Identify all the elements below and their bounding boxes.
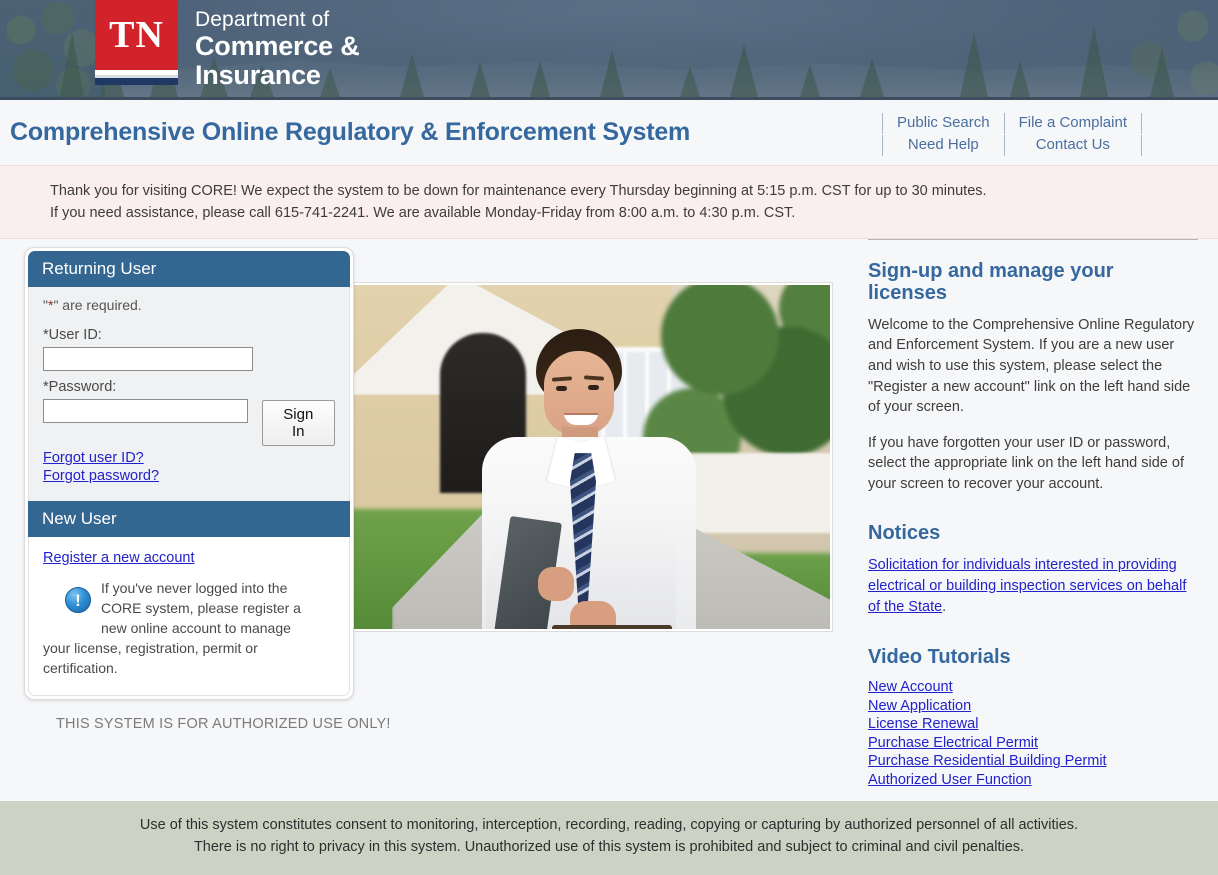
info-text-line-5: certification.	[43, 659, 118, 676]
hero-person	[466, 329, 726, 630]
nav-link-public-search[interactable]: Public Search	[885, 112, 1002, 134]
person-eye-right	[588, 385, 599, 391]
top-navigation: Public Search File a Complaint Need Help…	[880, 112, 1192, 156]
info-sidebar: Sign-up and manage your licenses Welcome…	[868, 239, 1198, 790]
required-fields-note: "*" are required.	[43, 297, 335, 313]
info-text-line-1: If you've never logged into the	[101, 580, 288, 597]
video-link-new-application[interactable]: New Application	[868, 697, 1198, 716]
new-user-body: Register a new account ! If you've never…	[28, 537, 350, 696]
forgot-user-id-link[interactable]: Forgot user ID?	[43, 450, 335, 468]
nav-link-file-a-complaint[interactable]: File a Complaint	[1007, 112, 1139, 134]
nav-divider-4	[882, 134, 884, 156]
person-eye-left	[556, 386, 567, 392]
password-row: Sign In	[43, 399, 335, 447]
video-tutorial-links: New Account New Application License Rene…	[868, 678, 1198, 789]
returning-user-body: "*" are required. *User ID: *Password: S…	[28, 287, 350, 502]
legal-footer: Use of this system constitutes consent t…	[0, 801, 1218, 875]
site-banner: TN Department of Commerce & Insurance	[0, 0, 1218, 100]
main-content: Returning User "*" are required. *User I…	[0, 239, 1218, 802]
info-text-line-2: CORE system, please register a	[101, 600, 301, 617]
forgot-password-link[interactable]: Forgot password?	[43, 468, 335, 486]
signup-paragraph-2: If you have forgotten your user ID or pa…	[868, 434, 1184, 492]
sign-in-button[interactable]: Sign In	[261, 400, 335, 447]
notice-period: .	[942, 598, 947, 615]
notice-item: Solicitation for individuals interested …	[868, 555, 1198, 618]
video-link-purchase-residential-building-permit[interactable]: Purchase Residential Building Permit	[868, 752, 1198, 771]
register-new-account-link[interactable]: Register a new account	[43, 550, 195, 566]
nav-divider-3	[1141, 112, 1142, 134]
nav-link-need-help[interactable]: Need Help	[885, 134, 1002, 156]
person-hand-upper	[538, 567, 574, 602]
department-line-1: Department of	[195, 8, 330, 31]
info-exclamation-icon: !	[65, 587, 91, 614]
alert-line-2: If you need assistance, please call 615-…	[50, 205, 796, 222]
forgot-links: Forgot user ID? Forgot password?	[43, 450, 335, 485]
title-bar: Comprehensive Online Regulatory & Enforc…	[0, 100, 1218, 165]
authorized-use-notice: THIS SYSTEM IS FOR AUTHORIZED USE ONLY!	[56, 716, 391, 733]
password-label: *Password:	[43, 379, 117, 396]
video-tutorials-heading: Video Tutorials	[868, 645, 1011, 668]
department-line-3: Insurance	[195, 59, 321, 90]
nav-divider-2	[1003, 112, 1005, 134]
sidebar-top-divider	[868, 239, 1198, 241]
agency-logo[interactable]: TN Department of Commerce & Insurance	[95, 0, 360, 90]
notices-heading: Notices	[868, 522, 941, 545]
video-link-authorized-user-function[interactable]: Authorized User Function	[868, 771, 1198, 790]
password-input[interactable]	[43, 399, 248, 424]
nav-divider-1	[882, 112, 884, 134]
login-panel: Returning User "*" are required. *User I…	[24, 247, 354, 700]
user-id-input[interactable]	[43, 347, 253, 372]
notice-solicitation-link[interactable]: Solicitation for individuals interested …	[868, 557, 1186, 615]
hero-photo	[350, 283, 832, 632]
new-user-header: New User	[28, 501, 350, 538]
nav-link-contact-us[interactable]: Contact Us	[1007, 134, 1139, 156]
person-belt	[552, 625, 672, 630]
department-name: Department of Commerce & Insurance	[195, 0, 360, 90]
alert-line-1: Thank you for visiting CORE! We expect t…	[50, 183, 987, 199]
new-user-info-text: If you've never logged into the CORE sys…	[43, 579, 301, 678]
tn-navy-stripe	[95, 78, 178, 85]
maintenance-alert-banner: Thank you for visiting CORE! We expect t…	[0, 165, 1218, 240]
tn-square: TN	[95, 0, 178, 70]
info-text-line-3: new online account to manage	[101, 620, 291, 637]
video-link-purchase-electrical-permit[interactable]: Purchase Electrical Permit	[868, 734, 1198, 753]
tn-initials: TN	[109, 14, 164, 56]
footer-line-2: There is no right to privacy in this sys…	[193, 838, 1025, 855]
nav-divider-5	[1003, 134, 1005, 156]
footer-line-1: Use of this system constitutes consent t…	[139, 817, 1079, 834]
required-note-post: " are required.	[53, 297, 142, 314]
video-link-license-renewal[interactable]: License Renewal	[868, 715, 1198, 734]
new-user-info: ! If you've never logged into the CORE s…	[43, 579, 335, 678]
signup-heading: Sign-up and manage your licenses	[868, 260, 1114, 305]
user-id-label: *User ID:	[43, 327, 102, 344]
video-link-new-account[interactable]: New Account	[868, 678, 1198, 697]
returning-user-header: Returning User	[28, 251, 350, 288]
info-text-line-4: your license, registration, permit or	[43, 640, 258, 657]
tn-state-mark: TN	[95, 0, 178, 85]
page-title: Comprehensive Online Regulatory & Enforc…	[10, 118, 691, 146]
signup-paragraph-1: Welcome to the Comprehensive Online Regu…	[868, 316, 1195, 416]
info-icon-glyph: !	[75, 590, 81, 610]
nav-divider-6	[1141, 134, 1142, 156]
department-line-2: Commerce &	[195, 30, 360, 61]
